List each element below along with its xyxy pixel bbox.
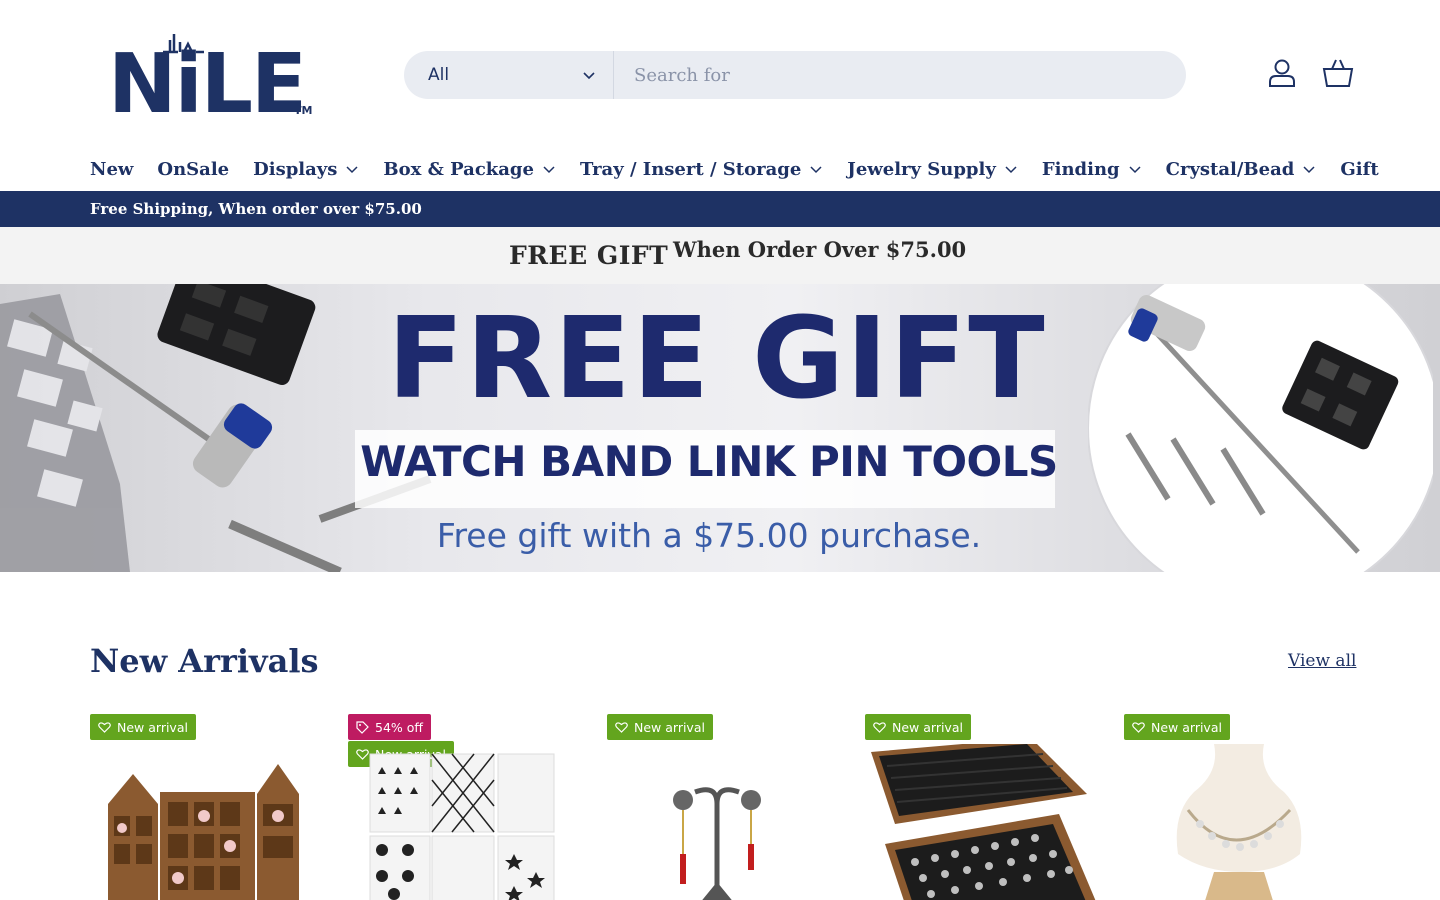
nav-item-crystal-bead[interactable]: Crystal/Bead: [1166, 159, 1317, 180]
tag-icon: [356, 720, 369, 734]
hero-banner[interactable]: FREE GIFT WATCH BAND LINK PIN TOOLS Free…: [0, 284, 1440, 572]
product-image: [1176, 744, 1302, 900]
product-card[interactable]: New arrival: [865, 714, 1101, 900]
nile-logo[interactable]: NiLE TM: [108, 28, 318, 120]
nav-item-onsale[interactable]: OnSale: [157, 159, 229, 180]
nav-item-finding[interactable]: Finding: [1042, 159, 1142, 180]
new-arrival-badge: New arrival: [1124, 714, 1230, 740]
cart-button[interactable]: [1321, 56, 1355, 90]
cart-icon: [1322, 59, 1354, 87]
search-bar: All: [404, 51, 1186, 99]
chevron-down-icon: [583, 72, 595, 80]
heart-icon: [615, 721, 628, 733]
nav-item-new[interactable]: New: [90, 159, 133, 180]
heart-icon: [1132, 721, 1145, 733]
nav-item-box-package[interactable]: Box & Package: [383, 159, 556, 180]
announcement-bar: Free Shipping, When order over $75.00: [0, 191, 1440, 227]
chevron-down-icon: [1005, 166, 1017, 174]
nav-item-gift[interactable]: Gift: [1340, 159, 1378, 180]
search-category-select[interactable]: All: [404, 51, 614, 99]
account-button[interactable]: [1265, 56, 1299, 90]
chevron-down-icon: [346, 166, 358, 174]
heart-icon: [98, 721, 111, 733]
nav-item-displays[interactable]: Displays: [253, 159, 359, 180]
heart-icon: [873, 721, 886, 733]
new-arrival-badge: New arrival: [865, 714, 971, 740]
search-input[interactable]: [614, 51, 1186, 99]
banner-note: Free gift with a $75.00 purchase.: [436, 516, 982, 555]
shipping-message: Free Shipping, When order over $75.00: [90, 200, 422, 218]
product-card[interactable]: 54% off New arrival: [348, 714, 584, 900]
discount-badge: 54% off: [348, 714, 432, 740]
product-card[interactable]: New arrival: [90, 714, 326, 900]
account-icon: [1269, 59, 1295, 87]
chevron-down-icon: [1129, 166, 1141, 174]
chevron-down-icon: [543, 166, 555, 174]
nav-item-tray-insert-storage[interactable]: Tray / Insert / Storage: [580, 159, 823, 180]
nav-item-jewelry-supply[interactable]: Jewelry Supply: [847, 159, 1018, 180]
product-image: [871, 744, 1096, 900]
product-card[interactable]: New arrival: [607, 714, 843, 900]
gift-condition: When Order Over $75.00: [673, 237, 967, 262]
product-image: [673, 787, 761, 900]
chevron-down-icon: [1303, 166, 1315, 174]
banner-product-image: [1088, 284, 1433, 572]
gift-label: FREE GIFT: [509, 241, 669, 270]
new-arrival-badge: New arrival: [90, 714, 196, 740]
new-arrival-badge: New arrival: [607, 714, 713, 740]
chevron-down-icon: [810, 166, 822, 174]
view-all-link[interactable]: View all: [1288, 651, 1356, 671]
product-image: [108, 764, 299, 900]
gift-promo-strip: FREE GIFT When Order Over $75.00: [0, 227, 1440, 284]
new-arrivals-title: New Arrivals: [90, 642, 319, 680]
logo-trademark: TM: [294, 104, 312, 117]
product-image: [369, 753, 555, 900]
banner-subtitle: WATCH BAND LINK PIN TOOLS: [360, 437, 1058, 486]
site-header: NiLE TM All: [0, 0, 1440, 150]
search-category-value: All: [428, 65, 450, 85]
main-nav: New OnSale Displays Box & Package Tray /…: [90, 154, 1379, 184]
logo-wordmark: NiLE: [108, 37, 305, 120]
product-card[interactable]: New arrival: [1124, 714, 1360, 900]
banner-title: FREE GIFT: [387, 294, 1047, 424]
